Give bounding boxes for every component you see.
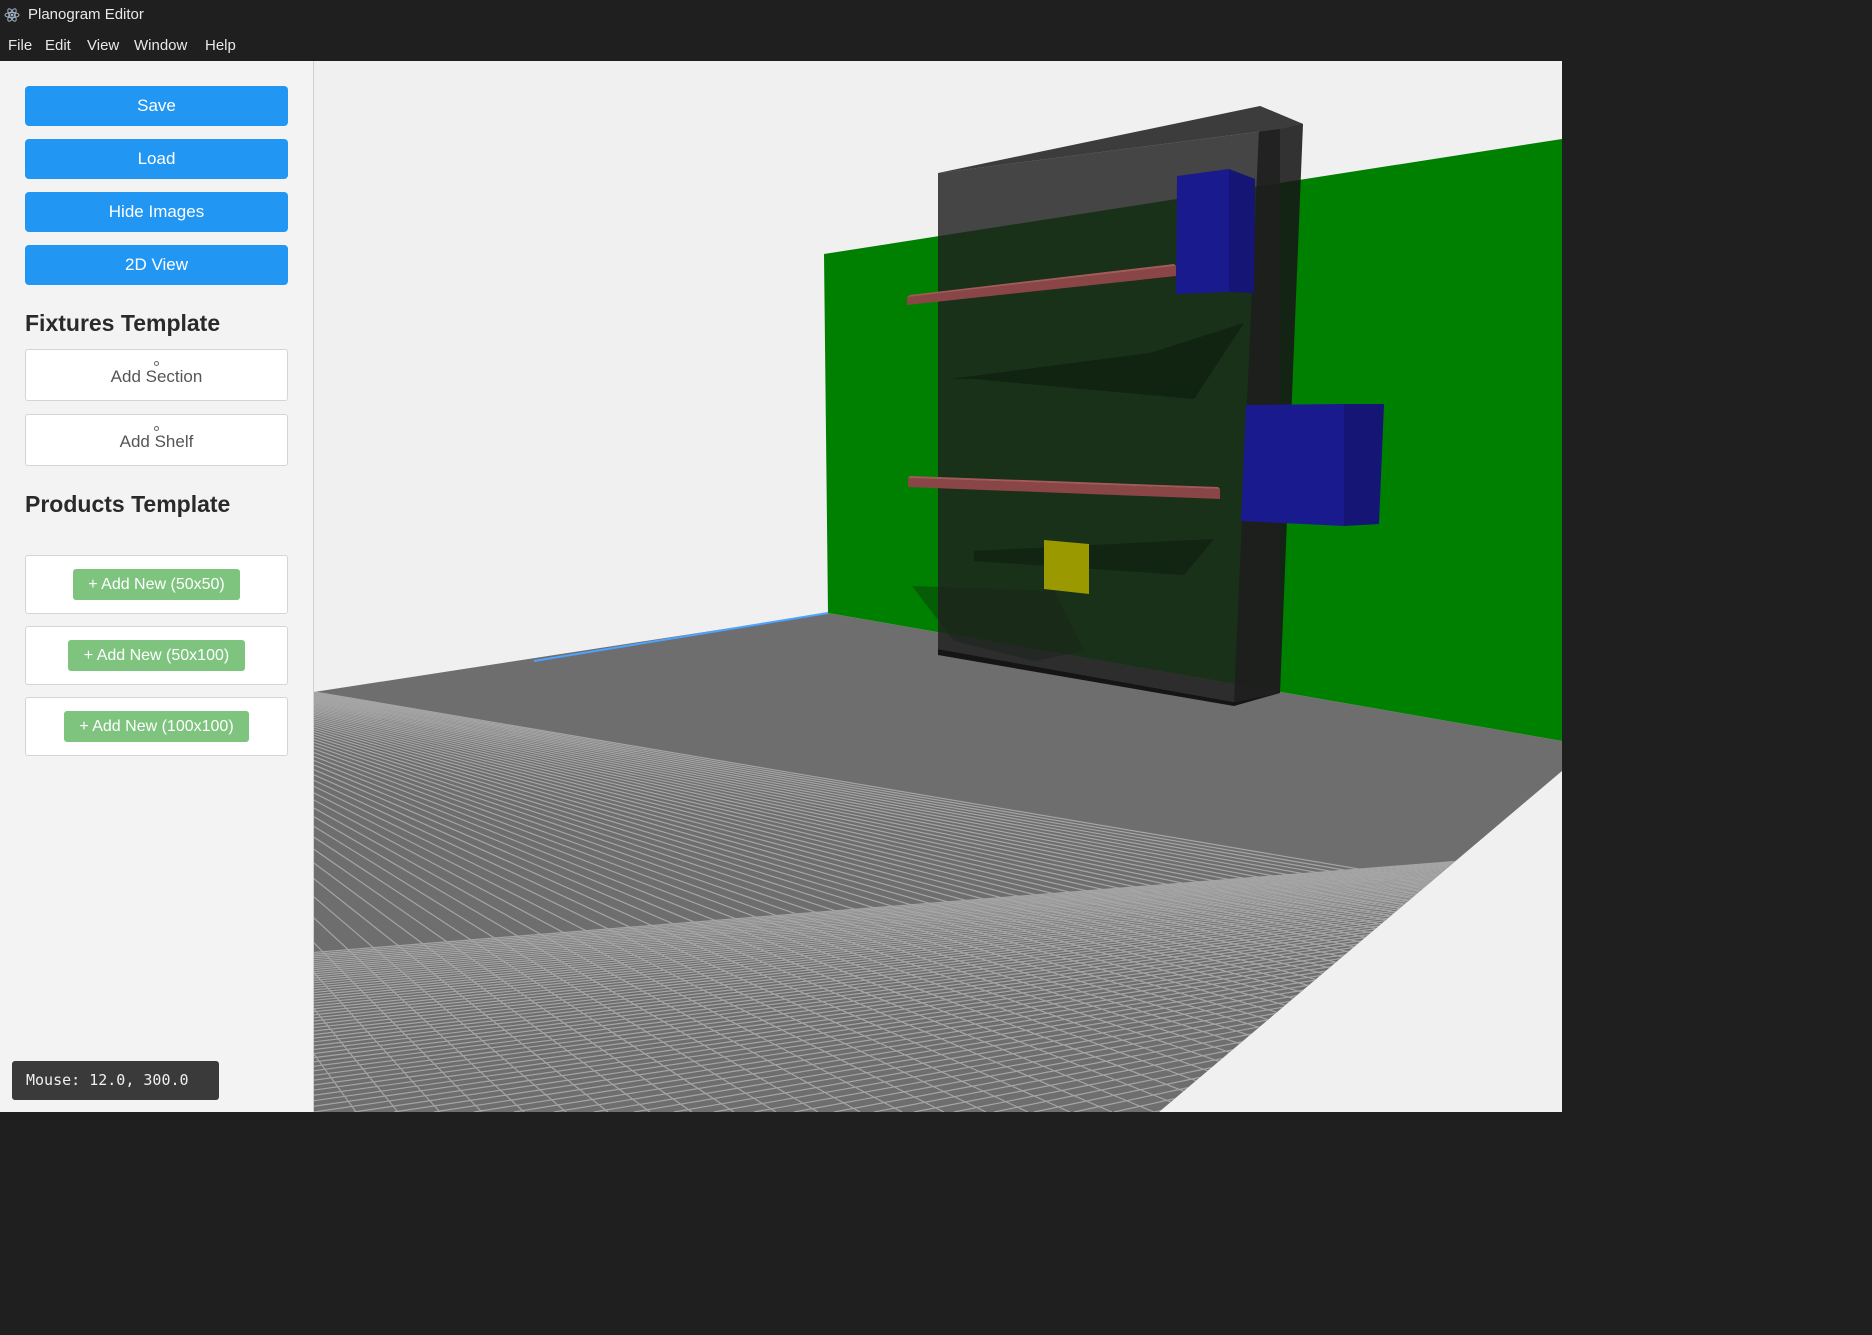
product-box-blue-right[interactable]: [1241, 404, 1344, 526]
menu-edit[interactable]: Edit: [45, 37, 71, 54]
load-button[interactable]: Load: [25, 139, 288, 179]
viewport-scrollbar[interactable]: [1562, 61, 1568, 1112]
2d-view-button[interactable]: 2D View: [25, 245, 288, 285]
menu-file[interactable]: File: [8, 37, 32, 54]
add-shelf-label: Add Shelf: [119, 432, 194, 451]
add-shelf-button[interactable]: Add Shelf: [25, 414, 288, 466]
title-bar: Planogram Editor: [0, 0, 1568, 30]
menu-window[interactable]: Window: [134, 37, 187, 54]
drag-handle-icon: [154, 426, 159, 431]
add-section-button[interactable]: Add Section: [25, 349, 288, 401]
window-title: Planogram Editor: [28, 6, 144, 23]
hide-images-button[interactable]: Hide Images: [25, 192, 288, 232]
fixtures-template-heading: Fixtures Template: [25, 310, 221, 336]
product-box-yellow[interactable]: [1044, 540, 1089, 594]
window-bottom-border: [0, 1112, 1568, 1118]
product-card-50x50: + Add New (50x50): [25, 555, 288, 614]
products-template-heading: Products Template: [25, 491, 231, 517]
app-logo-icon: [4, 8, 20, 22]
product-card-50x100: + Add New (50x100): [25, 626, 288, 685]
product-box-blue-top[interactable]: [1176, 169, 1229, 294]
product-box-blue-top-side[interactable]: [1229, 169, 1255, 293]
sidebar: Save Load Hide Images 2D View Fixtures T…: [0, 61, 314, 1112]
menu-bar: File Edit View Window Help: [0, 30, 1568, 61]
add-section-label: Add Section: [110, 367, 203, 386]
menu-view[interactable]: View: [87, 37, 119, 54]
drag-handle-icon: [154, 361, 159, 366]
menu-help[interactable]: Help: [205, 37, 236, 54]
add-product-50x50-button[interactable]: + Add New (50x50): [73, 569, 240, 600]
save-button[interactable]: Save: [25, 86, 288, 126]
add-product-50x100-button[interactable]: + Add New (50x100): [68, 640, 245, 671]
product-box-blue-right-side[interactable]: [1344, 404, 1384, 526]
3d-scene[interactable]: [314, 61, 1562, 1112]
mouse-coordinates-readout: Mouse: 12.0, 300.0: [12, 1061, 219, 1100]
add-product-100x100-button[interactable]: + Add New (100x100): [64, 711, 249, 742]
product-card-100x100: + Add New (100x100): [25, 697, 288, 756]
3d-viewport[interactable]: [314, 61, 1562, 1112]
